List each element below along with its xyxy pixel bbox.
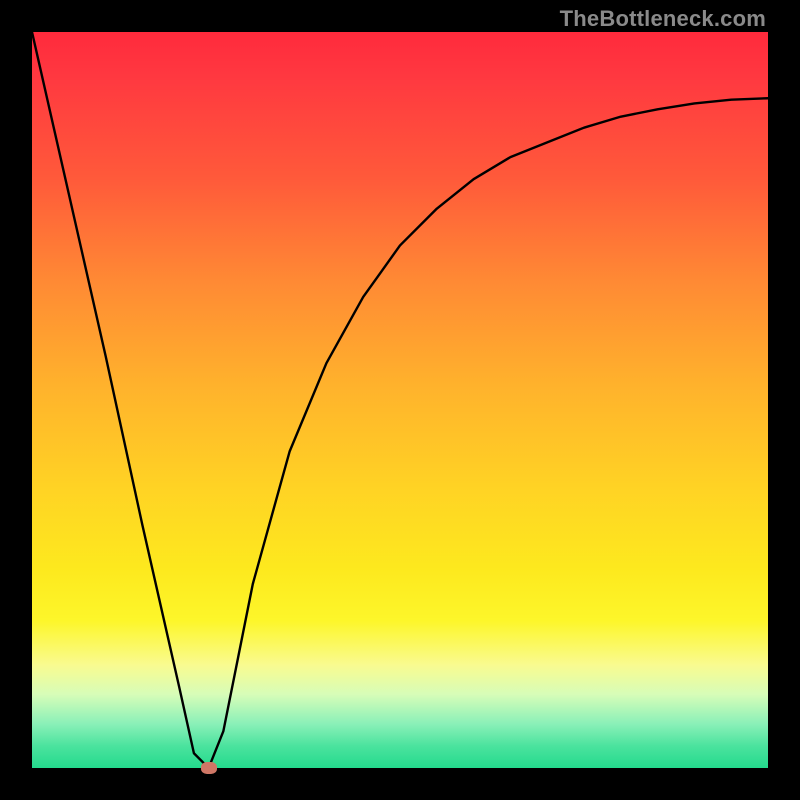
bottleneck-curve xyxy=(32,32,768,768)
curve-svg xyxy=(32,32,768,768)
chart-wrapper: TheBottleneck.com xyxy=(0,0,800,800)
watermark-text: TheBottleneck.com xyxy=(560,6,766,32)
plot-area xyxy=(32,32,768,768)
optimal-point-marker xyxy=(201,762,217,774)
